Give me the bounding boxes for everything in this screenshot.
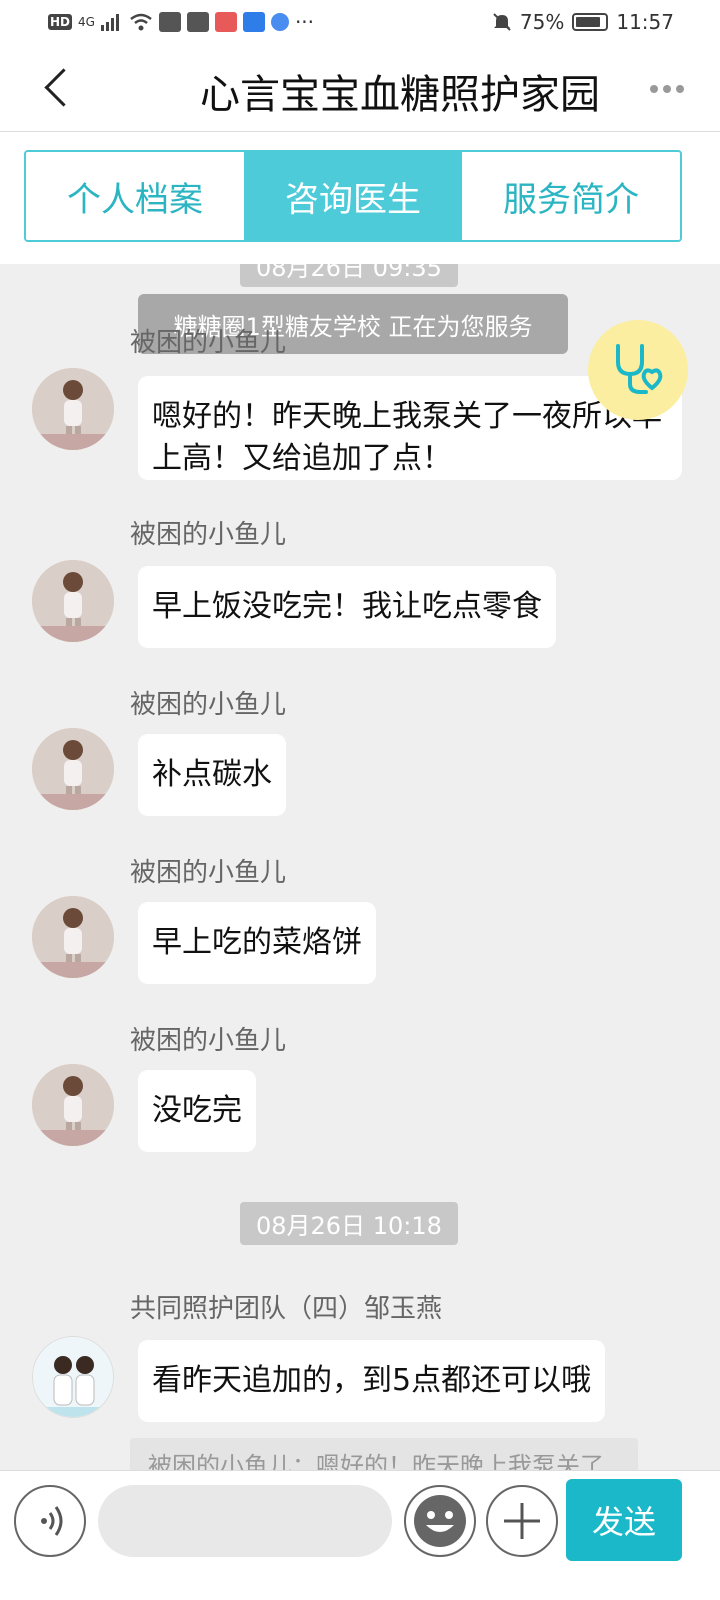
avatar[interactable] [32, 1064, 114, 1146]
tab-consult-doctor[interactable]: 咨询医生 [244, 152, 462, 240]
status-bar: HD 4G ··· 75% 11:57 [0, 0, 720, 44]
chat-area[interactable]: 08月26日 09:35 糖糖圈1型糖友学校 正在为您服务 被困的小鱼儿 嗯好的… [0, 264, 720, 1470]
battery-percent: 75% [519, 10, 565, 34]
mute-bell-icon [493, 13, 511, 31]
back-button[interactable] [36, 62, 86, 112]
child-avatar-image [32, 368, 114, 450]
child-avatar-image [32, 896, 114, 978]
emoji-button[interactable] [404, 1485, 476, 1557]
tab-bar: 个人档案 咨询医生 服务简介 [24, 150, 682, 242]
wifi-icon [130, 13, 152, 31]
app-notification-icon [186, 12, 209, 32]
dot-icon [676, 85, 684, 93]
dot-icon [650, 85, 658, 93]
clock: 11:57 [616, 10, 674, 34]
timestamp-divider: 08月26日 10:18 [240, 1202, 458, 1245]
app-notification-icon [158, 12, 181, 32]
sender-name: 被困的小鱼儿 [130, 328, 287, 358]
doctor-team-avatar-image [33, 1337, 113, 1417]
tab-service-intro[interactable]: 服务简介 [462, 152, 680, 240]
title-bar: 心言宝宝血糖照护家园 [0, 44, 720, 132]
quoted-message[interactable]: 被困的小鱼儿：嗯好的！昨天晚上我泵关了 [130, 1438, 638, 1470]
emoji-icon [414, 1495, 466, 1547]
avatar[interactable] [32, 896, 114, 978]
message-bubble[interactable]: 早上饭没吃完！我让吃点零食 [138, 566, 556, 648]
message-input[interactable] [98, 1485, 392, 1557]
more-actions-button[interactable] [486, 1485, 558, 1557]
message-bubble[interactable]: 没吃完 [138, 1070, 256, 1152]
child-avatar-image [32, 1064, 114, 1146]
battery-icon [572, 13, 609, 31]
signal-icon [100, 14, 119, 31]
sender-name: 被困的小鱼儿 [130, 520, 287, 550]
tab-bar-container: 个人档案 咨询医生 服务简介 [0, 132, 720, 264]
child-avatar-image [32, 728, 114, 810]
plus-icon [504, 1503, 540, 1539]
dot-icon [663, 85, 671, 93]
huawei-app-icon [214, 12, 237, 32]
child-avatar-image [32, 560, 114, 642]
sender-name: 被困的小鱼儿 [130, 858, 287, 888]
avatar[interactable] [32, 728, 114, 810]
sender-name: 共同照护团队（四）邹玉燕 [130, 1294, 443, 1324]
sender-name: 被困的小鱼儿 [130, 690, 287, 720]
stethoscope-heart-icon [616, 344, 663, 394]
more-notifications-icon: ··· [294, 10, 315, 34]
message-bubble[interactable]: 早上吃的菜烙饼 [138, 902, 376, 984]
input-bar: 发送 [0, 1470, 720, 1600]
avatar[interactable] [32, 368, 114, 450]
signal-label: 4G [78, 15, 95, 29]
more-menu-button[interactable] [650, 74, 690, 104]
consult-doctor-float-button[interactable] [588, 320, 688, 420]
voice-icon [41, 1506, 63, 1536]
avatar[interactable] [32, 560, 114, 642]
send-button[interactable]: 发送 [566, 1479, 682, 1561]
timestamp-divider: 08月26日 09:35 [240, 264, 458, 287]
page-title: 心言宝宝血糖照护家园 [200, 72, 600, 118]
tab-profile[interactable]: 个人档案 [26, 152, 244, 240]
doctor-avatar[interactable] [32, 1336, 114, 1418]
sender-name: 被困的小鱼儿 [130, 1026, 287, 1056]
bulb-app-icon [242, 12, 265, 32]
message-bubble[interactable]: 补点碳水 [138, 734, 286, 816]
message-bubble[interactable]: 看昨天追加的，到5点都还可以哦 [138, 1340, 606, 1422]
voice-input-button[interactable] [14, 1485, 86, 1557]
globe-app-icon [270, 13, 289, 31]
hd-badge: HD [48, 14, 73, 30]
